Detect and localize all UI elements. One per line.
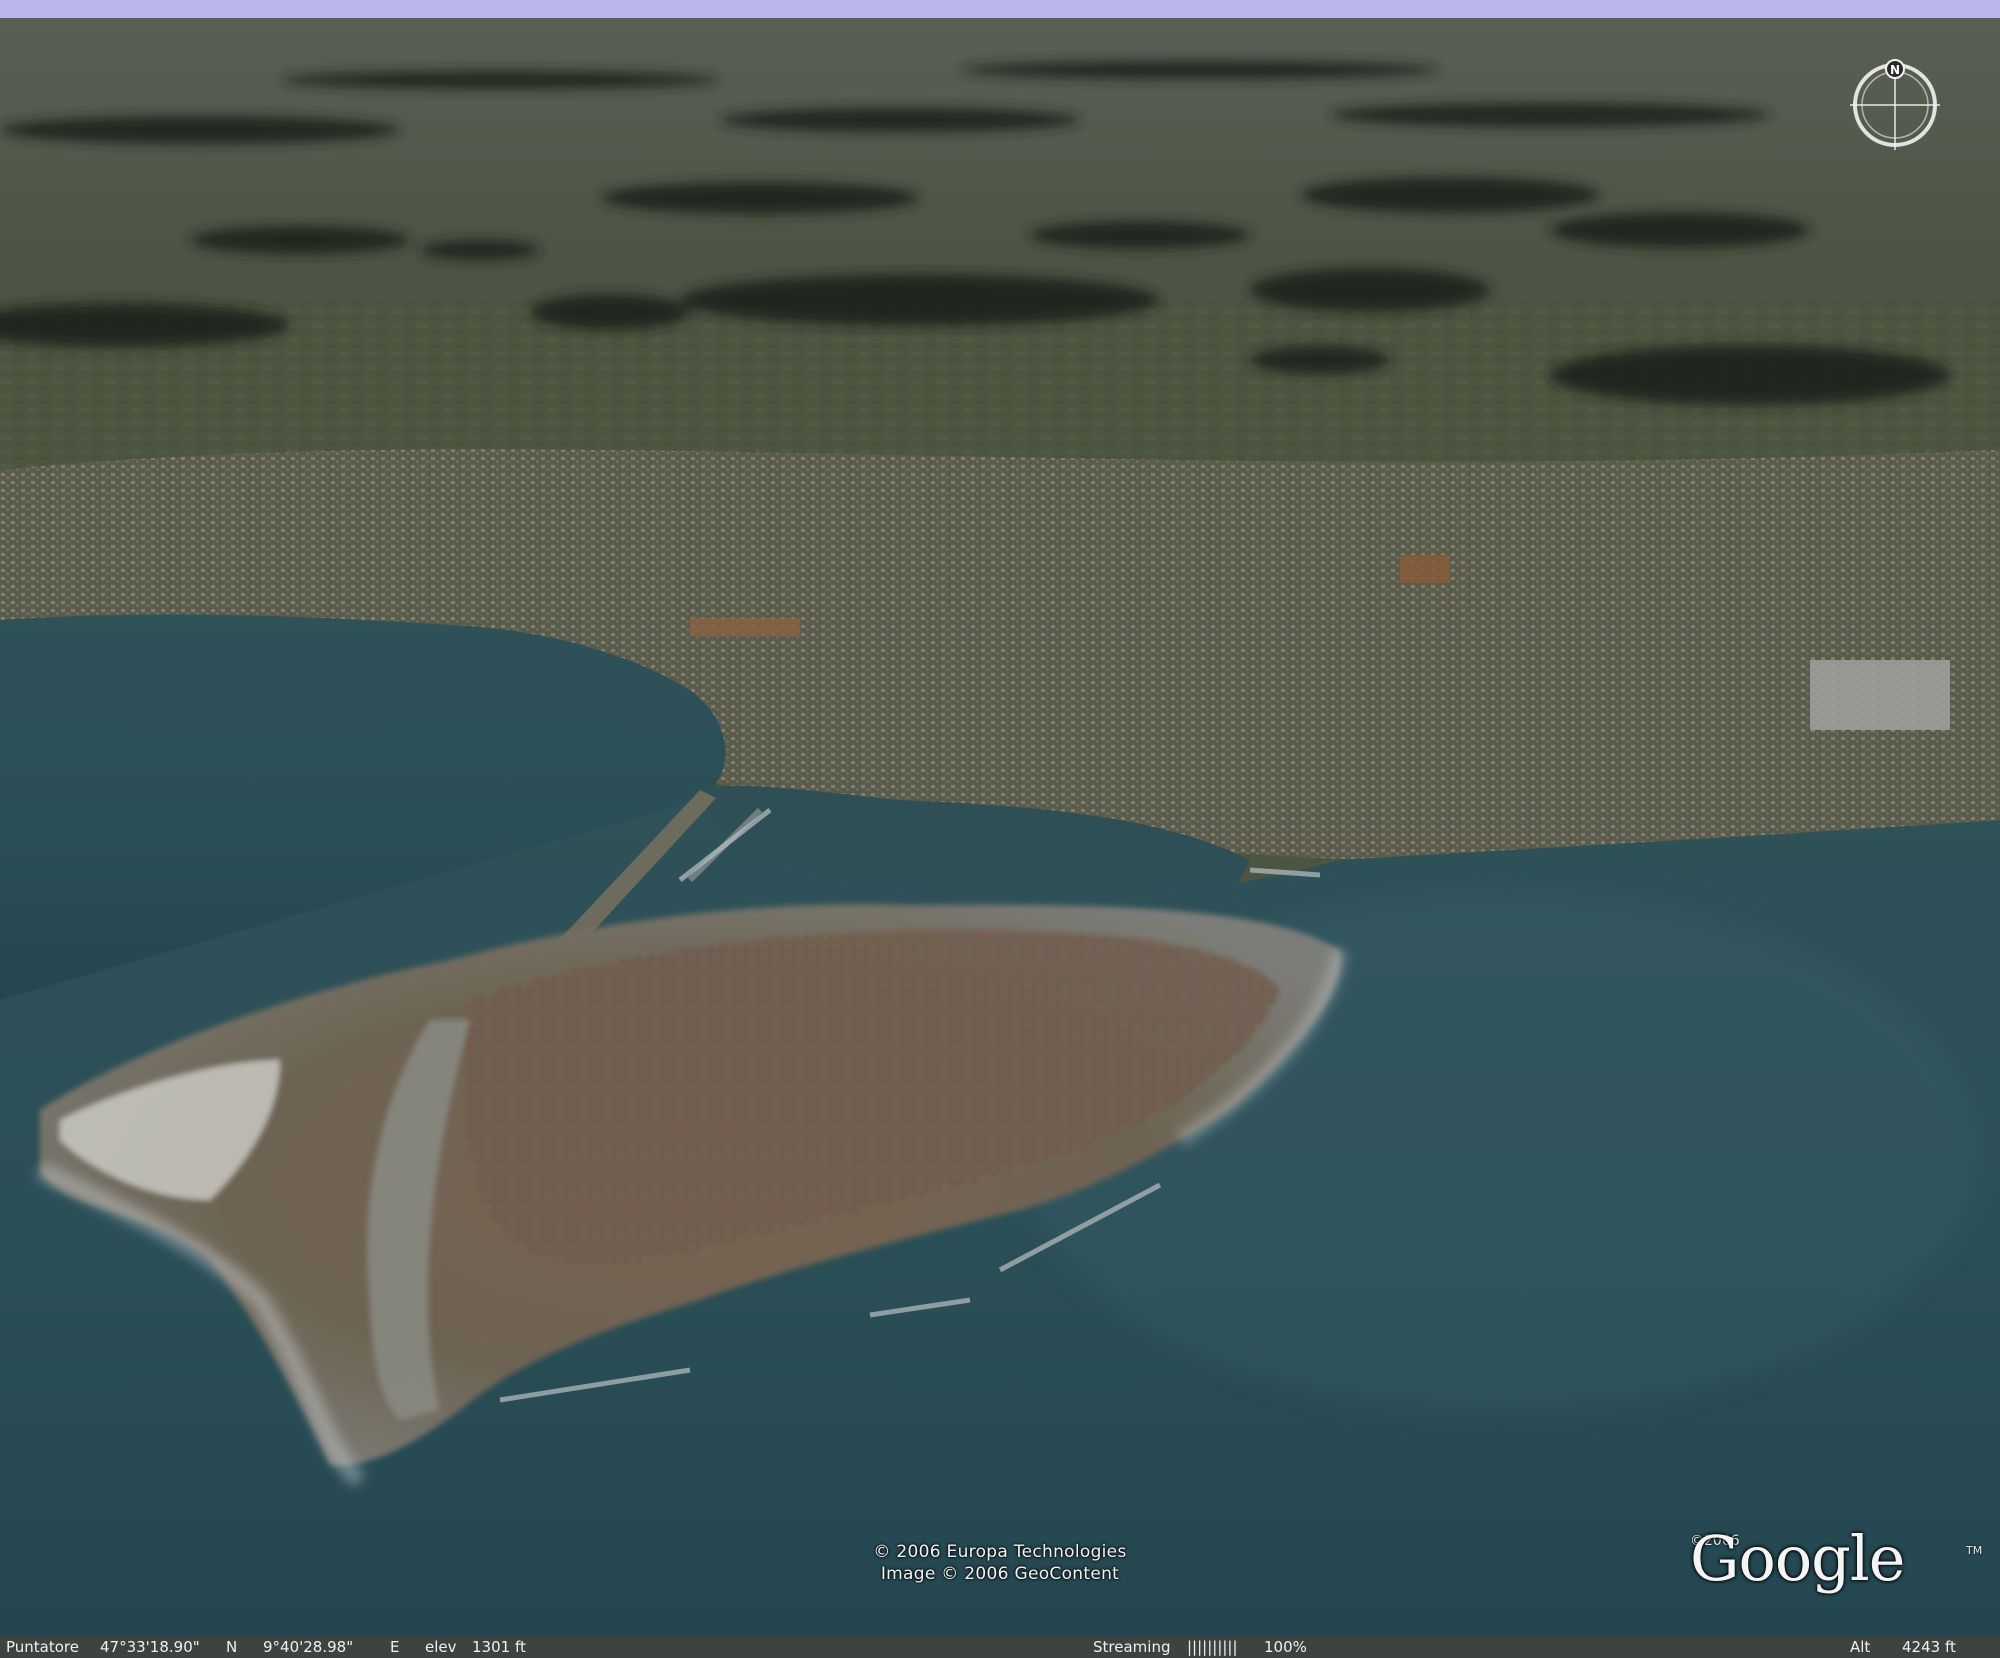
altitude-value: 4243 ft <box>1902 1638 1956 1656</box>
sports-field-2 <box>690 618 800 636</box>
latitude-direction: N <box>226 1638 238 1656</box>
streaming-percent: 100% <box>1264 1638 1307 1656</box>
logo-trademark: TM <box>1966 1544 1983 1557</box>
sports-field <box>1400 555 1450 583</box>
longitude-direction: E <box>390 1638 400 1656</box>
google-logo: Google <box>1690 1522 1905 1595</box>
elevation-label: elev <box>425 1638 457 1656</box>
pointer-latitude: 47°33'18.90" <box>100 1638 200 1656</box>
status-bar: Puntatore 47°33'18.90" N 9°40'28.98" E e… <box>0 1636 2000 1658</box>
pointer-longitude: 9°40'28.98" <box>263 1638 354 1656</box>
map-viewport[interactable]: © 2006 Europa Technologies Image © 2006 … <box>0 0 2000 1658</box>
streaming-label: Streaming <box>1093 1638 1171 1656</box>
streaming-progress-bar: |||||||||| <box>1187 1638 1238 1656</box>
altitude-label: Alt <box>1850 1638 1871 1656</box>
compass-icon[interactable]: N <box>1845 55 1945 155</box>
aerial-imagery[interactable] <box>0 0 2000 1658</box>
compass-north-label: N <box>1890 63 1900 77</box>
industrial-area <box>1810 660 1950 730</box>
elevation-value: 1301 ft <box>472 1638 526 1656</box>
pointer-label: Puntatore <box>6 1638 79 1656</box>
